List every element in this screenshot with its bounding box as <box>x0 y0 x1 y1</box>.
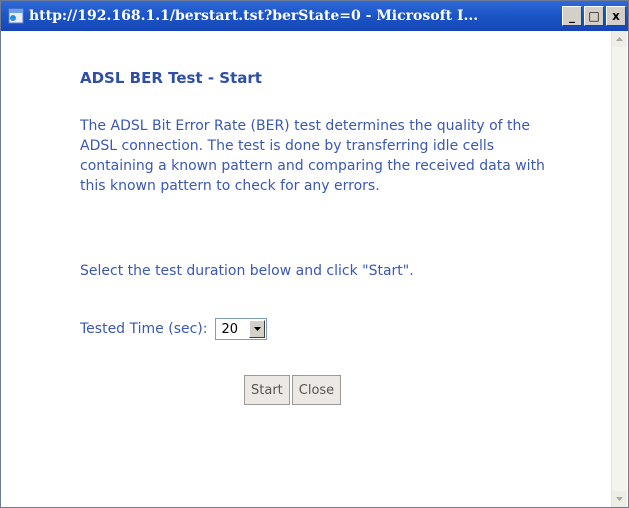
tested-time-label: Tested Time (sec): <box>80 321 208 337</box>
test-description: The ADSL Bit Error Rate (BER) test deter… <box>80 118 545 194</box>
browser-popup-window: http://192.168.1.1/berstart.tst?berState… <box>0 0 629 508</box>
start-button[interactable]: Start <box>244 375 290 405</box>
tested-time-value: 20 <box>221 321 239 337</box>
minimize-button[interactable]: _ <box>562 6 582 26</box>
chevron-down-icon[interactable] <box>249 320 266 338</box>
tested-time-select[interactable]: 20 <box>215 318 268 340</box>
arrow-down-icon[interactable] <box>612 491 627 507</box>
ie-page-icon <box>7 7 25 25</box>
window-controls: _ □ x <box>562 6 626 26</box>
close-button[interactable]: Close <box>291 375 342 405</box>
title-bar[interactable]: http://192.168.1.1/berstart.tst?berState… <box>1 1 628 31</box>
tested-time-row: Tested Time (sec): 20 <box>80 318 268 340</box>
action-buttons: Start Close <box>244 375 342 405</box>
maximize-button[interactable]: □ <box>584 6 604 26</box>
close-window-button[interactable]: x <box>606 6 626 26</box>
page-title: ADSL BER Test - Start <box>80 69 262 87</box>
instruction-text: Select the test duration below and click… <box>80 263 414 279</box>
vertical-scrollbar[interactable] <box>611 31 627 507</box>
page-content: ADSL BER Test - Start The ADSL Bit Error… <box>1 31 612 507</box>
arrow-up-icon[interactable] <box>612 31 627 47</box>
window-title: http://192.168.1.1/berstart.tst?berState… <box>29 8 479 24</box>
